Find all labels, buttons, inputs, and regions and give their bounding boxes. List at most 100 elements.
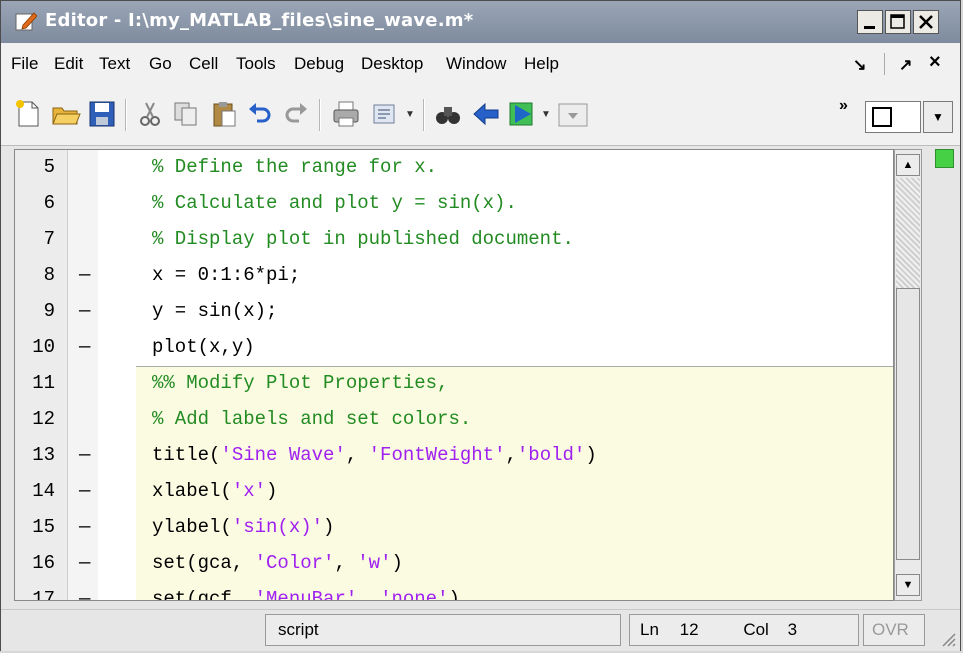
menu-go[interactable]: Go bbox=[149, 54, 172, 74]
code-analyzer-status-indicator[interactable] bbox=[935, 149, 954, 168]
resize-grip-icon[interactable] bbox=[938, 629, 956, 647]
scroll-up-button[interactable]: ▲ bbox=[896, 154, 920, 176]
publish-icon[interactable] bbox=[369, 99, 399, 129]
scroll-thumb[interactable] bbox=[896, 288, 920, 560]
save-icon[interactable] bbox=[87, 99, 117, 129]
code-token: set(gcf, bbox=[152, 588, 255, 601]
code-token: plot(x,y) bbox=[152, 336, 255, 358]
code-line[interactable]: set(gcf, 'MenuBar', 'none') bbox=[152, 588, 460, 601]
line-number: 10 bbox=[32, 336, 55, 358]
menu-edit[interactable]: Edit bbox=[54, 54, 83, 74]
executable-line-marker[interactable]: — bbox=[79, 516, 90, 538]
code-string: 'w' bbox=[357, 552, 392, 574]
code-string: 'sin(x)' bbox=[231, 516, 324, 538]
scroll-track[interactable] bbox=[896, 178, 920, 288]
editor-window: Editor - I:\my_MATLAB_files\sine_wave.m*… bbox=[0, 0, 961, 651]
editor-app-icon bbox=[15, 12, 37, 31]
ln-value: 12 bbox=[679, 620, 699, 639]
code-token: , bbox=[357, 588, 381, 601]
executable-line-marker[interactable]: — bbox=[79, 336, 90, 358]
toolbar-overflow-icon[interactable]: » bbox=[839, 97, 848, 115]
undock-icon[interactable]: ↗ bbox=[899, 55, 912, 75]
col-value: 3 bbox=[787, 620, 798, 639]
code-line[interactable]: plot(x,y) bbox=[152, 336, 255, 358]
copy-icon[interactable] bbox=[171, 99, 201, 129]
vertical-scrollbar[interactable]: ▲ ▼ bbox=[894, 149, 922, 601]
status-cursor-position: Ln 12 Col 3 bbox=[629, 614, 859, 646]
scroll-down-button[interactable]: ▼ bbox=[896, 574, 920, 596]
code-token: ) bbox=[323, 516, 335, 538]
executable-line-marker[interactable]: — bbox=[79, 300, 90, 322]
close-button[interactable] bbox=[913, 10, 939, 34]
publish-dropdown-arrow[interactable]: ▼ bbox=[405, 109, 415, 120]
code-line[interactable]: % Calculate and plot y = sin(x). bbox=[152, 192, 517, 214]
toolbar-separator bbox=[423, 99, 425, 131]
code-line[interactable]: ylabel('sin(x)') bbox=[152, 516, 334, 538]
open-folder-icon[interactable] bbox=[51, 99, 81, 129]
maximize-button[interactable] bbox=[885, 10, 911, 34]
code-editor[interactable]: 5 % Define the range for x. 6 % Calculate a… bbox=[14, 149, 894, 601]
line-number: 15 bbox=[32, 516, 55, 538]
undo-icon[interactable] bbox=[245, 99, 275, 129]
menu-desktop[interactable]: Desktop bbox=[361, 54, 423, 74]
print-icon[interactable] bbox=[331, 99, 361, 129]
menu-help[interactable]: Help bbox=[524, 54, 559, 74]
minimize-button[interactable] bbox=[857, 10, 883, 34]
code-line[interactable]: xlabel('x') bbox=[152, 480, 277, 502]
code-string: 'none' bbox=[380, 588, 449, 601]
menu-cell[interactable]: Cell bbox=[189, 54, 218, 74]
menu-text[interactable]: Text bbox=[99, 54, 130, 74]
menu-window[interactable]: Window bbox=[446, 54, 506, 74]
col-label: Col bbox=[743, 620, 769, 639]
single-pane-icon bbox=[872, 107, 892, 127]
code-line[interactable]: set(gca, 'Color', 'w') bbox=[152, 552, 403, 574]
toolbar: ▼ ▼ » ▼ bbox=[1, 85, 960, 146]
code-token: , bbox=[505, 444, 517, 466]
code-line[interactable]: % Define the range for x. bbox=[152, 156, 437, 178]
menu-file[interactable]: File bbox=[11, 54, 38, 74]
executable-line-marker[interactable]: — bbox=[79, 444, 90, 466]
minimize-icon bbox=[864, 26, 875, 29]
layout-dropdown-arrow[interactable]: ▼ bbox=[923, 101, 953, 133]
redo-icon[interactable] bbox=[281, 99, 311, 129]
line-number: 17 bbox=[32, 588, 55, 601]
executable-line-marker[interactable]: — bbox=[79, 552, 90, 574]
dock-icon[interactable]: ↘ bbox=[853, 55, 866, 75]
status-mode: script bbox=[265, 614, 621, 646]
menu-tools[interactable]: Tools bbox=[236, 54, 276, 74]
line-number: 11 bbox=[32, 372, 55, 394]
menu-divider bbox=[884, 53, 885, 75]
line-number: 16 bbox=[32, 552, 55, 574]
layout-selector[interactable] bbox=[865, 101, 921, 133]
executable-line-marker[interactable]: — bbox=[79, 480, 90, 502]
run-dropdown-arrow[interactable]: ▼ bbox=[541, 109, 551, 120]
code-comment: % Add labels and set colors. bbox=[152, 408, 472, 430]
paste-icon[interactable] bbox=[209, 99, 239, 129]
code-line[interactable]: y = sin(x); bbox=[152, 300, 277, 322]
code-comment: % Calculate and plot y = sin(x). bbox=[152, 192, 517, 214]
code-line[interactable]: x = 0:1:6*pi; bbox=[152, 264, 300, 286]
ln-label: Ln bbox=[640, 620, 659, 639]
line-number: 14 bbox=[32, 480, 55, 502]
code-line[interactable]: % Display plot in published document. bbox=[152, 228, 574, 250]
code-comment: % Display plot in published document. bbox=[152, 228, 574, 250]
cell-mode-icon[interactable] bbox=[557, 99, 589, 129]
code-line[interactable]: % Add labels and set colors. bbox=[152, 408, 471, 430]
title-bar[interactable]: Editor - I:\my_MATLAB_files\sine_wave.m* bbox=[1, 1, 960, 43]
line-number: 9 bbox=[43, 300, 55, 322]
cut-icon[interactable] bbox=[135, 99, 165, 129]
run-icon[interactable] bbox=[507, 99, 537, 129]
code-token: x = 0:1:6*pi; bbox=[152, 264, 301, 286]
executable-line-marker[interactable]: — bbox=[79, 264, 90, 286]
code-line[interactable]: title('Sine Wave', 'FontWeight','bold') bbox=[152, 444, 597, 466]
executable-line-marker[interactable]: — bbox=[79, 588, 90, 600]
new-file-icon[interactable] bbox=[13, 99, 43, 129]
code-line[interactable]: %% Modify Plot Properties, bbox=[152, 372, 448, 394]
code-string: 'FontWeight' bbox=[368, 444, 506, 466]
close-document-icon[interactable]: × bbox=[929, 51, 941, 74]
code-string: 'x' bbox=[231, 480, 267, 502]
back-icon[interactable] bbox=[471, 99, 501, 129]
find-icon[interactable] bbox=[433, 99, 463, 129]
menu-debug[interactable]: Debug bbox=[294, 54, 344, 74]
toolbar-separator bbox=[125, 99, 127, 131]
